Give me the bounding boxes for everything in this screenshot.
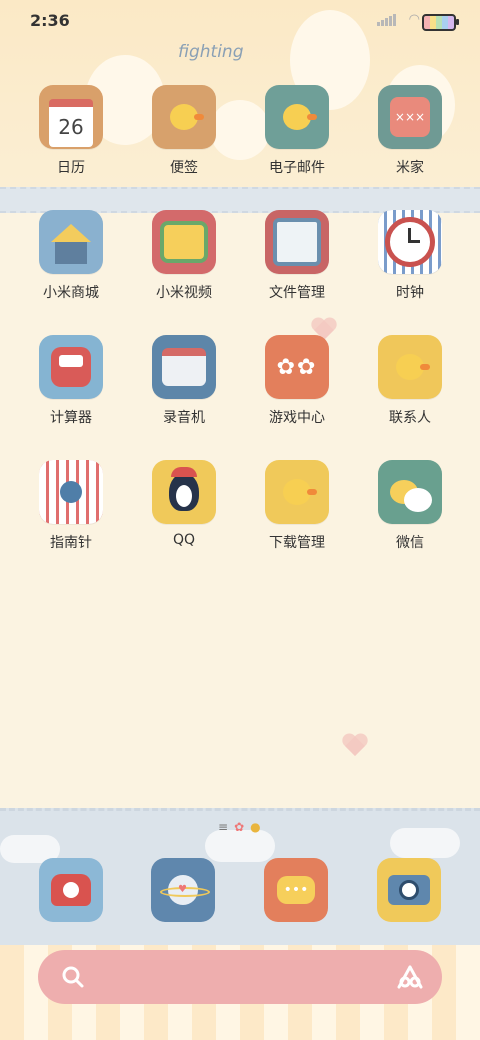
app-email-duck[interactable]: 电子邮件 xyxy=(247,85,347,205)
app-label: 米家 xyxy=(396,160,424,176)
app-label: 小米视频 xyxy=(156,285,212,301)
search-icon xyxy=(62,966,84,988)
app-label: 小米商城 xyxy=(43,285,99,301)
dock-browser-planet-icon[interactable]: ♥ xyxy=(151,858,215,922)
app-label: 联系人 xyxy=(389,410,431,426)
signal-icon xyxy=(377,14,396,26)
page-indicator[interactable]: ≡ ✿ ● xyxy=(218,820,261,834)
app-label: 时钟 xyxy=(396,285,424,301)
heart-decoration xyxy=(343,734,367,756)
tv-icon xyxy=(152,210,216,274)
app-calculator[interactable]: 计算器 xyxy=(21,335,121,455)
voice-assistant-icon[interactable] xyxy=(396,964,424,990)
menu-lines-icon: ≡ xyxy=(218,820,229,834)
flower-icon: ✿ xyxy=(234,820,245,834)
duck-icon: ● xyxy=(250,820,261,834)
app-label: 便签 xyxy=(170,160,198,176)
download-duck-icon xyxy=(265,460,329,524)
app-label: 文件管理 xyxy=(269,285,325,301)
app-label: 下载管理 xyxy=(269,535,325,551)
app-label: 指南针 xyxy=(50,535,92,551)
app-label: 电子邮件 xyxy=(269,160,325,176)
mijia-icon: ××× xyxy=(378,85,442,149)
calendar-icon: 26 xyxy=(39,85,103,149)
app-penguin[interactable]: QQ xyxy=(134,460,234,580)
dock-camera-icon[interactable] xyxy=(377,858,441,922)
notes-duck-icon xyxy=(152,85,216,149)
app-label: 计算器 xyxy=(50,410,92,426)
mi-store-house-icon xyxy=(39,210,103,274)
app-download-duck[interactable]: 下载管理 xyxy=(247,460,347,580)
wechat-icon xyxy=(378,460,442,524)
app-label: 游戏中心 xyxy=(269,410,325,426)
app-tv[interactable]: 小米视频 xyxy=(134,210,234,330)
status-bar: 2:36 ◠ xyxy=(0,0,480,40)
app-calendar[interactable]: 26 日历 xyxy=(21,85,121,205)
wifi-icon: ◠ xyxy=(408,12,420,27)
calculator-icon xyxy=(39,335,103,399)
file-manager-icon xyxy=(265,210,329,274)
search-bar[interactable] xyxy=(38,950,442,1004)
flowers-icon: ✿✿ xyxy=(265,335,329,399)
app-file-manager[interactable]: 文件管理 xyxy=(247,210,347,330)
app-contacts-duck[interactable]: 联系人 xyxy=(360,335,460,455)
recorder-icon xyxy=(152,335,216,399)
app-compass[interactable]: 指南针 xyxy=(21,460,121,580)
wallpaper-text: fighting xyxy=(178,42,244,62)
app-label: QQ xyxy=(172,532,196,548)
email-duck-icon xyxy=(265,85,329,149)
dock-phone-icon[interactable] xyxy=(39,858,103,922)
app-clock[interactable]: 时钟 xyxy=(360,210,460,330)
dock-messages-icon[interactable]: ••• xyxy=(264,858,328,922)
cloud-decoration xyxy=(390,828,460,858)
app-label: 日历 xyxy=(57,160,85,176)
app-label: 微信 xyxy=(396,535,424,551)
app-label: 录音机 xyxy=(163,410,205,426)
app-mi-store-house[interactable]: 小米商城 xyxy=(21,210,121,330)
clock-icon xyxy=(378,210,442,274)
app-mijia[interactable]: ××× 米家 xyxy=(360,85,460,205)
app-wechat[interactable]: 微信 xyxy=(360,460,460,580)
app-flowers[interactable]: ✿✿ 游戏中心 xyxy=(247,335,347,455)
battery-icon xyxy=(422,14,459,31)
status-time: 2:36 xyxy=(30,11,70,30)
penguin-icon xyxy=(152,460,216,524)
contacts-duck-icon xyxy=(378,335,442,399)
compass-icon xyxy=(39,460,103,524)
app-notes-duck[interactable]: 便签 xyxy=(134,85,234,205)
app-recorder[interactable]: 录音机 xyxy=(134,335,234,455)
